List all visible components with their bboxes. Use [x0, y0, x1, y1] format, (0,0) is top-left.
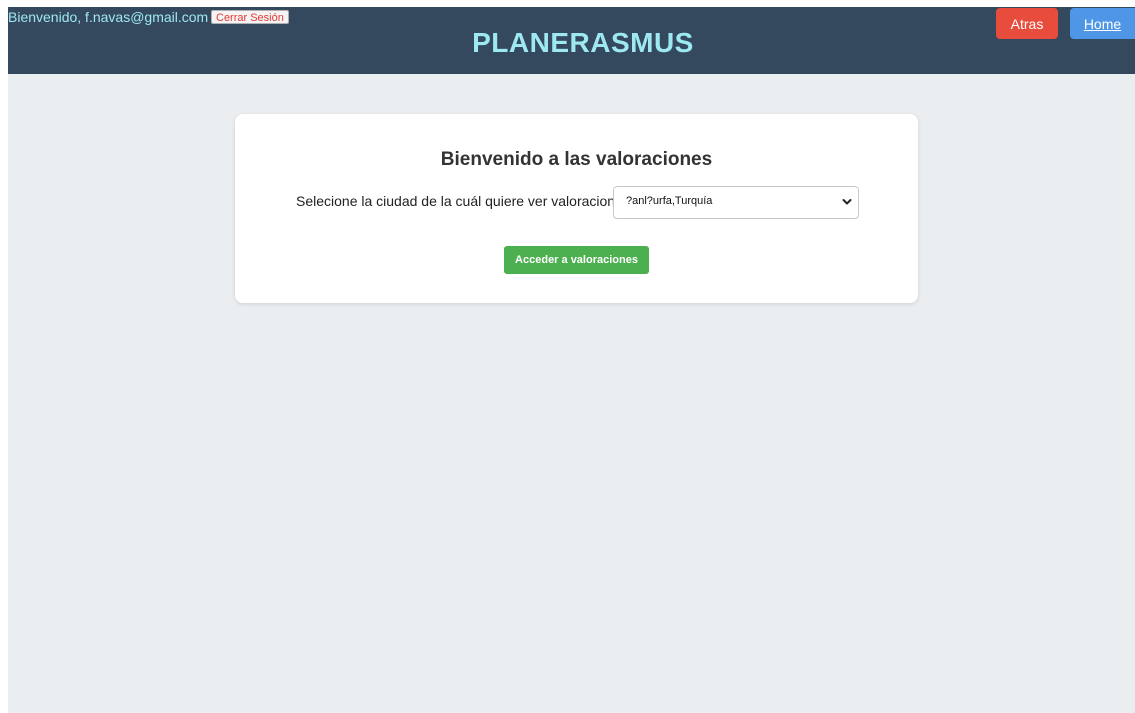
page-background: Bienvenido, f.navas@gmail.com Cerrar Ses…	[8, 7, 1135, 713]
page-title: Bienvenido a las valoraciones	[440, 149, 713, 170]
top-header: Bienvenido, f.navas@gmail.com Cerrar Ses…	[8, 7, 1135, 74]
logout-button[interactable]: Cerrar Sesión	[211, 10, 289, 24]
access-ratings-button[interactable]: Acceder a valoraciones	[504, 246, 649, 274]
home-button[interactable]: Home	[1070, 8, 1135, 39]
city-select-value: ?anl?urfa,Turquía	[626, 195, 713, 207]
city-select[interactable]: ?anl?urfa,Turquía	[613, 186, 859, 219]
ratings-card: Bienvenido a las valoraciones Selecione …	[235, 114, 918, 303]
city-select-label: Selecione la ciudad de la cuál quiere ve…	[296, 193, 634, 209]
back-button[interactable]: Atras	[996, 8, 1058, 39]
site-title: PLANERASMUS	[472, 27, 694, 58]
chevron-down-icon	[842, 199, 852, 205]
welcome-message: Bienvenido, f.navas@gmail.com	[8, 9, 209, 25]
